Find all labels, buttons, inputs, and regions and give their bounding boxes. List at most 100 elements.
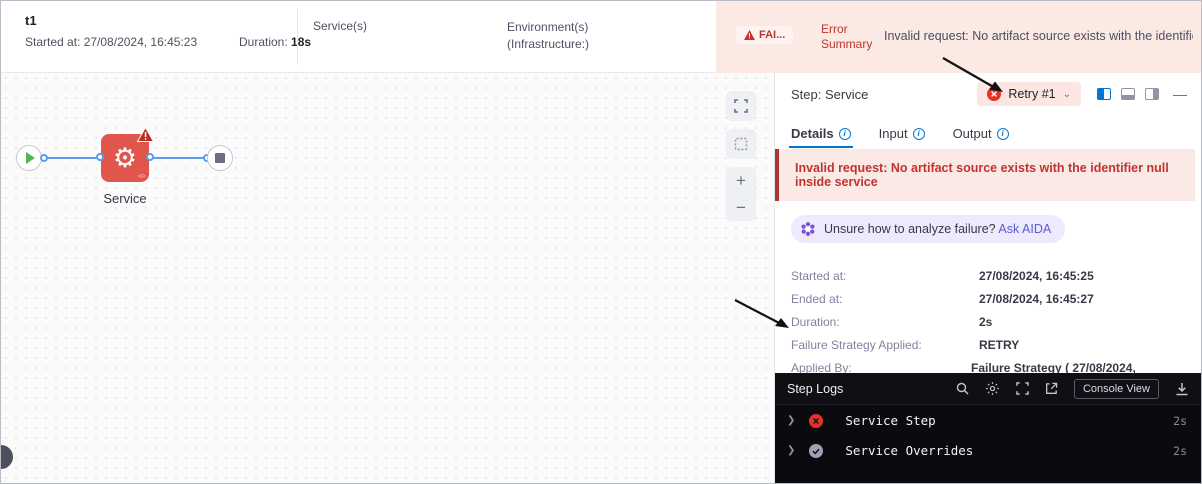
detail-row-started-at: Started at: 27/08/2024, 16:45:25	[791, 269, 1185, 283]
logs-toolbar: Console View	[956, 378, 1189, 399]
failed-status-icon	[987, 87, 1002, 101]
panel-layout-toggles	[1097, 88, 1159, 100]
services-label: Service(s)	[313, 19, 368, 33]
log-step-duration: 2s	[1173, 413, 1187, 428]
tab-output[interactable]: Output i	[953, 115, 1009, 148]
log-search-button[interactable]	[956, 382, 969, 395]
detail-label: Ended at:	[791, 292, 843, 306]
info-icon[interactable]: i	[996, 127, 1009, 140]
pipeline-name: t1	[25, 13, 37, 28]
pipeline-edge	[46, 157, 102, 159]
aida-flower-icon	[801, 222, 815, 236]
tab-details[interactable]: Details i	[789, 115, 853, 148]
tab-details-label: Details	[791, 126, 834, 141]
step-error-message: Invalid request: No artifact source exis…	[795, 161, 1169, 189]
log-download-button[interactable]	[1175, 382, 1189, 396]
zoom-controls: + −	[726, 167, 756, 221]
environments-label: Environment(s)	[507, 20, 589, 34]
ask-aida-link[interactable]: Ask AIDA	[998, 222, 1051, 236]
node-port-left	[96, 153, 104, 161]
detail-value: RETRY	[979, 338, 1020, 352]
end-node[interactable]	[207, 145, 233, 171]
detail-label: Failure Strategy Applied:	[791, 338, 922, 352]
marquee-select-icon	[734, 137, 748, 151]
tab-input[interactable]: Input i	[879, 115, 925, 148]
gear-step-icon: ⚙	[112, 142, 138, 173]
marquee-select-button[interactable]	[726, 129, 756, 159]
step-warning-icon	[137, 127, 154, 142]
error-summary-section: FAI... Error Summary Invalid request: No…	[716, 1, 1201, 73]
step-tabs: Details i Input i Output i	[775, 115, 1201, 148]
step-panel-header: Step: Service Retry #1 ⌄ —	[775, 73, 1201, 115]
duration-label: Duration:	[239, 35, 292, 49]
chevron-right-icon[interactable]: ❯	[787, 445, 795, 456]
duration-value: 18s	[291, 35, 312, 49]
retry-label: Retry #1	[1008, 87, 1056, 101]
aida-question: Unsure how to analyze failure?	[824, 222, 999, 236]
ask-aida-pill[interactable]: Unsure how to analyze failure? Ask AIDA	[791, 215, 1066, 243]
template-code-icon: </>	[137, 174, 146, 180]
search-icon	[956, 382, 969, 395]
log-row-service-overrides[interactable]: ❯ Service Overrides 2s	[775, 435, 1201, 465]
step-error-banner: Invalid request: No artifact source exis…	[775, 149, 1195, 201]
detail-value: 27/08/2024, 16:45:25	[979, 269, 1094, 283]
log-step-duration: 2s	[1173, 443, 1187, 458]
detail-row-failure-strategy: Failure Strategy Applied: RETRY	[791, 338, 1185, 352]
error-summary-text: Invalid request: No artifact source exis…	[884, 29, 1193, 43]
environments-block: Environment(s) (Infrastructure:)	[507, 19, 589, 53]
step-logs-header: Step Logs Console View	[775, 373, 1201, 405]
detail-row-duration: Duration: 2s	[791, 315, 1185, 329]
retry-dropdown[interactable]: Retry #1 ⌄	[977, 82, 1081, 106]
pipeline-edge	[153, 157, 207, 159]
canvas-controls: + −	[726, 91, 756, 221]
status-badge-label: FAI...	[759, 29, 786, 41]
tab-output-label: Output	[952, 126, 992, 141]
external-link-icon	[1045, 382, 1058, 394]
stop-icon	[215, 153, 225, 163]
warning-icon	[744, 30, 755, 40]
step-details-panel: Step: Service Retry #1 ⌄ — Details i Inp…	[774, 73, 1201, 483]
log-row-service-step[interactable]: ❯ Service Step 2s	[775, 405, 1201, 435]
download-icon	[1176, 382, 1188, 395]
log-fullscreen-button[interactable]	[1016, 382, 1029, 395]
layout-split-left-button[interactable]	[1097, 88, 1111, 100]
step-logs-panel: Step Logs Console View ❯ Service Step 2s…	[775, 373, 1201, 483]
error-summary-label: Error Summary	[821, 22, 873, 51]
service-node-label: Service	[103, 191, 147, 206]
header-divider	[297, 9, 298, 65]
infrastructure-label: (Infrastructure:)	[507, 37, 590, 51]
info-icon[interactable]: i	[838, 127, 851, 140]
log-step-name: Service Step	[845, 413, 936, 428]
detail-label: Duration:	[791, 315, 840, 329]
chevron-down-icon: ⌄	[1062, 88, 1071, 100]
step-logs-title: Step Logs	[787, 381, 844, 396]
pipeline-execution-window: t1 Started at: 27/08/2024, 16:45:23 Dura…	[0, 0, 1202, 484]
log-settings-button[interactable]	[985, 381, 1000, 396]
zoom-in-button[interactable]: +	[726, 167, 756, 194]
service-step-node[interactable]: ⚙ </>	[96, 127, 154, 182]
minimize-panel-button[interactable]: —	[1173, 86, 1187, 102]
chevron-right-icon[interactable]: ❯	[787, 415, 795, 426]
execution-header: t1 Started at: 27/08/2024, 16:45:23 Dura…	[1, 1, 1201, 73]
success-status-icon	[809, 443, 824, 458]
info-icon[interactable]: i	[912, 127, 925, 140]
detail-value: 27/08/2024, 16:45:27	[979, 292, 1094, 306]
start-node[interactable]	[16, 145, 42, 171]
status-badge: FAI...	[736, 26, 794, 44]
tab-input-label: Input	[878, 126, 908, 141]
detail-value: 2s	[979, 315, 993, 329]
layout-bottom-button[interactable]	[1121, 88, 1135, 100]
log-open-new-tab-button[interactable]	[1045, 382, 1058, 395]
fullscreen-icon	[1016, 382, 1029, 395]
layout-right-button[interactable]	[1145, 88, 1159, 100]
fullscreen-canvas-button[interactable]	[726, 91, 756, 121]
zoom-out-button[interactable]: −	[726, 194, 756, 221]
gear-icon	[986, 382, 999, 395]
log-step-name: Service Overrides	[845, 443, 974, 458]
console-view-button[interactable]: Console View	[1073, 378, 1159, 399]
pipeline-canvas[interactable]: ⚙ </> Service + −	[1, 73, 774, 483]
duration-text: Duration: 18s	[239, 35, 311, 49]
step-panel-title: Step: Service	[791, 86, 869, 102]
fullscreen-icon	[734, 99, 748, 113]
started-at-text: Started at: 27/08/2024, 16:45:23	[25, 35, 198, 49]
